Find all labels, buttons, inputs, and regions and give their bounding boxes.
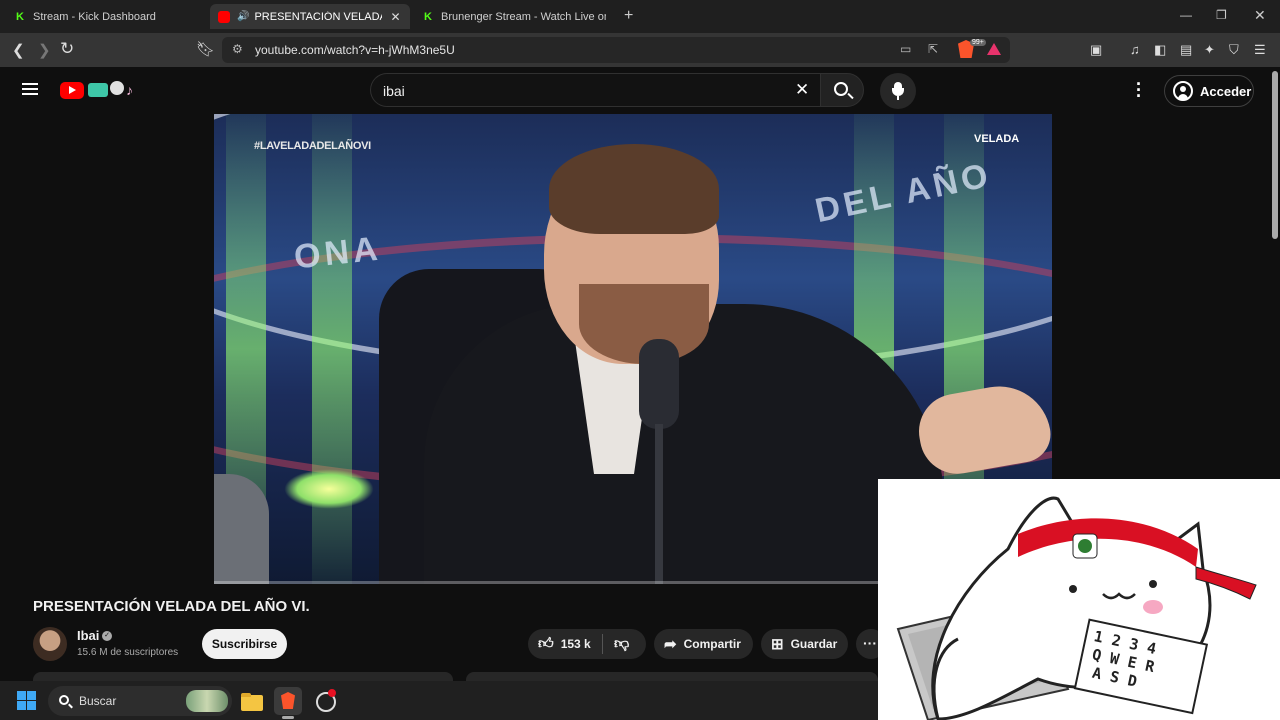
save-button[interactable]: ⊞ Guardar — [761, 629, 848, 659]
restore-icon[interactable]: ❐ — [1216, 8, 1227, 22]
thumbs-up-icon: 👍︎ — [538, 635, 554, 652]
site-info-icon[interactable]: ⚙︎ — [232, 42, 243, 56]
kick-icon: K — [424, 10, 432, 23]
share-label: Compartir — [683, 637, 741, 651]
thumbs-down-icon[interactable]: 👎︎ — [614, 635, 629, 653]
audio-playing-icon[interactable]: 🔊 — [237, 11, 249, 22]
taskbar-search[interactable]: Buscar — [48, 686, 232, 716]
bongo-cat-overlay: 1 2 3 4 Q W E R A S D — [878, 479, 1280, 720]
tab-title: Brunenger Stream - Watch Live on Ki — [441, 10, 606, 23]
save-playlist-icon: ⊞ — [771, 636, 784, 653]
forward-icon[interactable]: ❯ — [38, 41, 51, 59]
cast-icon[interactable]: ▭ — [900, 42, 911, 56]
like-button[interactable]: 👍︎ 153 k 👎︎ — [528, 629, 646, 659]
velada-logo: VELADA — [974, 133, 1020, 145]
tab-title: Stream - Kick Dashboard — [33, 10, 156, 23]
brave-browser-icon[interactable] — [274, 687, 302, 715]
verified-icon: ✓ — [102, 631, 112, 641]
share-icon: ➦ — [664, 636, 677, 653]
subscriber-count: 15.6 M de suscriptores — [77, 647, 179, 658]
new-tab-button[interactable]: + — [624, 7, 633, 25]
menu-icon[interactable]: ☰ — [1254, 42, 1266, 58]
youtube-logo[interactable] — [60, 82, 84, 99]
vpn-icon[interactable]: ⛉ — [1229, 42, 1239, 58]
sign-in-label: Acceder — [1200, 83, 1252, 99]
search-input[interactable]: ibai ✕ — [370, 73, 820, 107]
search-query: ibai — [383, 83, 405, 99]
brave-rewards-icon[interactable] — [987, 43, 1001, 55]
media-icon[interactable]: ♫ — [1130, 42, 1140, 57]
leo-ai-icon[interactable]: ✦ — [1204, 42, 1215, 58]
share-button[interactable]: ➦ Compartir — [654, 629, 753, 659]
clear-search-icon[interactable]: ✕ — [795, 80, 809, 100]
windows-taskbar: Buscar — [0, 681, 878, 720]
youtube-masthead: ♪ ibai ✕ · · · Acceder — [0, 67, 1270, 114]
url-text: youtube.com/watch?v=h-jWhM3ne5U — [255, 43, 455, 57]
bookmark-icon[interactable]: 🔖︎ — [196, 40, 215, 58]
sidebar-icon[interactable]: ◧ — [1154, 42, 1166, 58]
wallet-icon[interactable]: ▤ — [1180, 42, 1192, 58]
like-count: 153 k — [560, 637, 591, 651]
browser-tab-strip: K Stream - Kick Dashboard 🔊 PRESENTACIÓN… — [0, 0, 1280, 33]
microphone — [639, 339, 679, 429]
windows-start-icon[interactable] — [17, 691, 36, 710]
tab-youtube-video[interactable]: 🔊 PRESENTACIÓN VELADA DEL ✕ — [210, 4, 410, 29]
search-icon — [59, 695, 69, 705]
search-button[interactable] — [820, 73, 864, 107]
video-hashtag: #LAVELADADELAÑOVI — [254, 140, 371, 152]
channel-avatar[interactable] — [33, 627, 67, 661]
kick-icon: K — [16, 10, 24, 23]
guide-menu-icon[interactable] — [22, 83, 38, 95]
search-icon — [834, 82, 848, 96]
file-explorer-icon[interactable] — [238, 687, 266, 715]
tab-brunenger-stream[interactable]: K Brunenger Stream - Watch Live on Ki — [414, 4, 614, 29]
close-tab-icon[interactable]: ✕ — [390, 10, 400, 24]
settings-more-icon[interactable]: · · · — [1136, 75, 1142, 105]
back-icon[interactable]: ❮ — [12, 41, 25, 59]
save-label: Guardar — [790, 637, 838, 651]
address-bar[interactable]: ⚙︎ youtube.com/watch?v=h-jWhM3ne5U ▭ ⇱ 9… — [222, 37, 1010, 63]
minimize-icon[interactable]: — — [1180, 8, 1192, 22]
bongo-cat-illustration: 1 2 3 4 Q W E R A S D — [896, 496, 1257, 720]
youtube-doodle-icon[interactable]: ♪ — [86, 79, 136, 101]
video-title: PRESENTACIÓN VELADA DEL AÑO VI. — [33, 598, 310, 615]
tab-title: PRESENTACIÓN VELADA DEL — [254, 10, 383, 23]
tab-kick-dashboard[interactable]: K Stream - Kick Dashboard — [6, 4, 206, 29]
shields-count-badge: 99+ — [970, 39, 986, 46]
scrollbar-thumb[interactable] — [1272, 71, 1278, 239]
close-window-icon[interactable]: ✕ — [1254, 7, 1266, 24]
sign-in-button[interactable]: Acceder — [1164, 75, 1254, 107]
voice-search-button[interactable] — [880, 73, 916, 109]
channel-name[interactable]: Ibai — [77, 628, 99, 643]
share-page-icon[interactable]: ⇱ — [928, 42, 938, 56]
taskbar-search-label: Buscar — [79, 694, 117, 708]
reload-icon[interactable]: ↻ — [60, 39, 74, 59]
search-highlight-image — [186, 690, 228, 712]
browser-toolbar: ❮ ❯ ↻ 🔖︎ ⚙︎ youtube.com/watch?v=h-jWhM3n… — [0, 33, 1280, 67]
youtube-icon — [218, 10, 230, 23]
leo-sidebar-icon[interactable]: ▣ — [1090, 42, 1102, 58]
screen: K Stream - Kick Dashboard 🔊 PRESENTACIÓN… — [0, 0, 1280, 720]
account-icon — [1173, 81, 1193, 101]
subscribe-button[interactable]: Suscribirse — [202, 629, 287, 659]
obs-icon[interactable] — [311, 687, 339, 715]
